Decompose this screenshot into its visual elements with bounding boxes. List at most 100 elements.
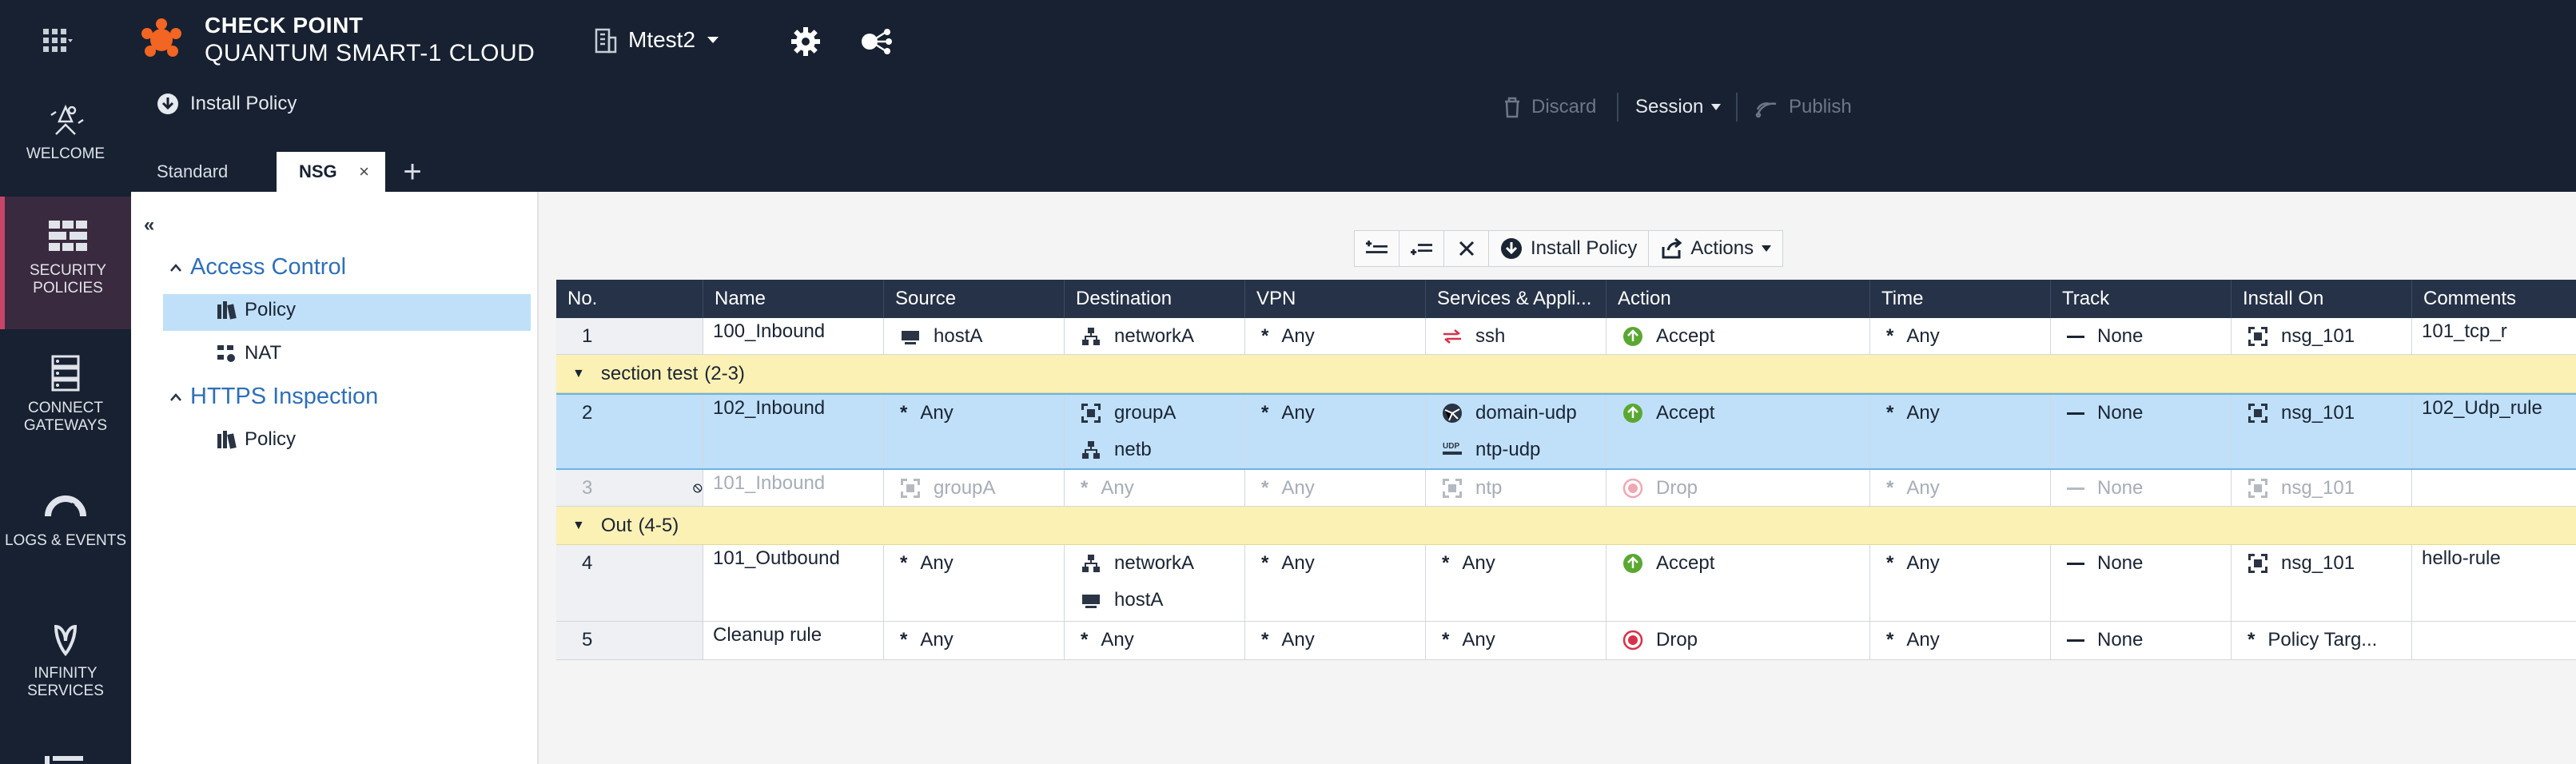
export-icon: [1662, 237, 1682, 259]
actions-menu[interactable]: Actions: [1649, 231, 1782, 266]
domain-name: Mtest2: [628, 27, 696, 52]
table-row[interactable]: 5 Cleanup rule * Any * Any * Any * Any Drop …: [556, 622, 2576, 660]
table-row[interactable]: 4 101_Outbound * Any networkA hostA * Any …: [556, 545, 2576, 622]
group-icon: [1081, 404, 1101, 423]
column-header[interactable]: Services & Appli...: [1426, 280, 1607, 318]
section-row[interactable]: ▼ Out (4-5): [556, 507, 2576, 545]
toolbar-divider: [1736, 93, 1738, 121]
add-rule-above-button[interactable]: [1355, 231, 1399, 266]
udp-service-icon: UDP: [1443, 442, 1462, 455]
session-menu[interactable]: Session: [1635, 96, 1722, 118]
network-icon: [1082, 328, 1100, 345]
toolbar-divider: [1617, 93, 1618, 121]
column-header[interactable]: Name: [703, 280, 884, 318]
nav-logs-events[interactable]: LOGS & EVENTS: [0, 486, 131, 550]
tree-https-policy[interactable]: Policy: [216, 428, 296, 451]
publish-button[interactable]: Publish: [1755, 96, 1852, 118]
security-policies-icon: [49, 221, 87, 251]
gateway-group-icon: [2248, 479, 2267, 498]
table-header: No. Name Source Destination VPN Services…: [556, 280, 2576, 318]
close-icon[interactable]: ×: [359, 161, 369, 182]
tab-standard[interactable]: Standard: [141, 152, 277, 192]
welcome-icon: [50, 104, 84, 135]
check-point-logo: [141, 18, 181, 57]
svg-text:UDP: UDP: [1443, 442, 1459, 451]
column-header[interactable]: Destination: [1065, 280, 1245, 318]
column-header[interactable]: Action: [1607, 280, 1870, 318]
add-tab-icon[interactable]: +: [396, 152, 428, 192]
table-row[interactable]: 2 102_Inbound * Any groupA netb * Any doma…: [556, 393, 2576, 470]
network-icon: [1082, 441, 1100, 459]
ssh-service-icon: [1443, 329, 1461, 344]
delete-rule-button[interactable]: [1444, 231, 1489, 266]
host-icon: [1082, 595, 1100, 608]
policy-book-icon: [217, 301, 237, 320]
brand-subtitle: QUANTUM SMART-1 CLOUD: [205, 40, 536, 66]
nat-icon: [217, 345, 235, 362]
column-header[interactable]: Time: [1870, 280, 2051, 318]
accept-icon: [1623, 327, 1642, 346]
add-rule-below-button[interactable]: [1399, 231, 1444, 266]
delete-icon: [1459, 241, 1474, 257]
domain-selector[interactable]: Mtest2: [593, 22, 719, 58]
nav-infinity-services[interactable]: INFINITY SERVICES: [0, 619, 131, 700]
install-policy-button[interactable]: Install Policy: [157, 93, 297, 115]
install-icon: [157, 94, 178, 114]
column-header[interactable]: VPN: [1245, 280, 1426, 318]
gear-icon[interactable]: [790, 26, 822, 58]
chevron-up-icon: [170, 263, 181, 272]
group-icon: [901, 479, 920, 498]
table-row[interactable]: 3 101_Inbound groupA * Any * Any ntp Drop …: [556, 470, 2576, 507]
gateway-group-icon: [2248, 404, 2267, 423]
gateway-group-icon: [2248, 327, 2267, 346]
host-icon: [902, 331, 919, 344]
brand-title: CHECK POINT: [205, 13, 364, 38]
publish-icon: [1755, 102, 1777, 118]
column-header[interactable]: Source: [884, 280, 1065, 318]
tree-https-inspection[interactable]: HTTPS Inspection: [169, 384, 378, 410]
discard-button[interactable]: Discard: [1503, 96, 1596, 118]
table-row[interactable]: 1 100_Inbound hostA networkA * Any ssh Ac…: [556, 318, 2576, 355]
more-nav-icon[interactable]: [42, 751, 86, 764]
accept-icon: [1623, 404, 1642, 423]
app-menu-icon[interactable]: [42, 24, 74, 56]
collapse-panel-icon[interactable]: «: [144, 214, 154, 237]
chevron-down-icon: [1762, 245, 1772, 252]
nav-welcome[interactable]: WELCOME: [0, 99, 131, 163]
add-rule-above-icon: [1366, 241, 1388, 253]
column-header[interactable]: Install On: [2232, 280, 2412, 318]
logs-icon: [45, 495, 86, 518]
policy-book-icon: [217, 431, 237, 449]
column-header[interactable]: No.: [556, 280, 703, 318]
tree-access-control[interactable]: Access Control: [169, 254, 346, 281]
gateway-group-icon: [2248, 554, 2267, 573]
drop-icon: [1622, 630, 1643, 651]
install-icon: [1501, 238, 1522, 259]
chevron-up-icon: [170, 392, 181, 401]
tree-access-policy[interactable]: Policy: [216, 299, 296, 321]
tab-nsg[interactable]: NSG ×: [277, 152, 385, 192]
column-header[interactable]: Track: [2051, 280, 2232, 318]
network-share-icon[interactable]: [858, 26, 894, 58]
drop-icon: [1622, 478, 1643, 499]
rulebase-install-policy-button[interactable]: Install Policy: [1489, 231, 1650, 266]
add-rule-below-icon: [1411, 244, 1432, 256]
column-header[interactable]: Comments: [2412, 280, 2576, 318]
nav-connect-gateways[interactable]: CONNECT GATEWAYS: [0, 353, 131, 435]
infinity-icon: [54, 624, 78, 657]
top-bar: [0, 0, 2576, 192]
disabled-rule-icon: [693, 483, 703, 493]
section-row[interactable]: ▼ section test (2-3): [556, 355, 2576, 393]
group-icon: [1443, 479, 1462, 498]
chevron-down-icon: [1711, 104, 1722, 110]
trash-icon: [1505, 97, 1519, 118]
network-icon: [1082, 555, 1100, 572]
rule-toolbar: Install Policy Actions: [1354, 230, 1784, 267]
nav-security-policies[interactable]: SECURITY POLICIES: [0, 197, 131, 329]
accept-icon: [1623, 554, 1642, 573]
chevron-down-icon: [707, 37, 719, 43]
building-icon: [595, 28, 617, 54]
gateways-icon: [51, 355, 80, 392]
tree-nat[interactable]: NAT: [216, 342, 281, 364]
dns-service-icon: [1443, 404, 1462, 423]
